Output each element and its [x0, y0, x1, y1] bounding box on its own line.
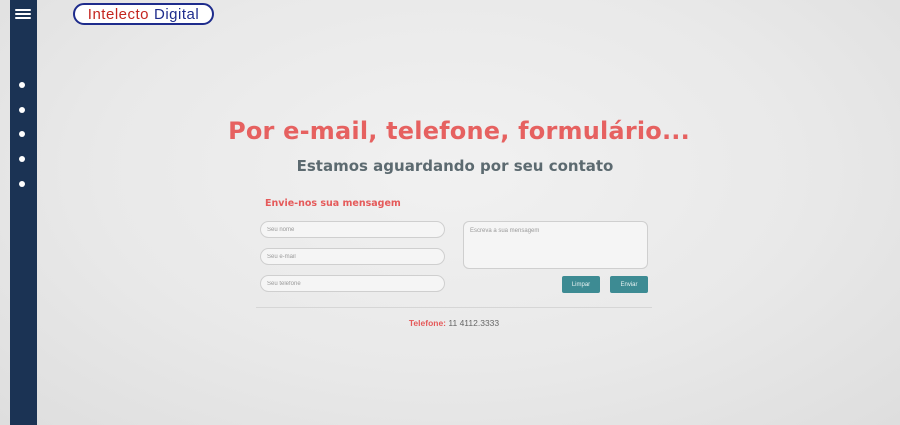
- send-button[interactable]: Enviar: [610, 276, 648, 293]
- hamburger-icon[interactable]: [15, 9, 31, 20]
- message-textarea[interactable]: [463, 221, 648, 269]
- phone-value: 11 4112.3333: [448, 318, 500, 328]
- name-input[interactable]: [260, 221, 445, 238]
- email-input[interactable]: [260, 248, 445, 265]
- logo[interactable]: Intelecto Digital: [73, 3, 214, 25]
- page-title: Por e-mail, telefone, formulário...: [228, 117, 690, 145]
- divider: [256, 307, 652, 308]
- clear-button[interactable]: Limpar: [562, 276, 600, 293]
- nav-dot-5[interactable]: [19, 181, 25, 187]
- nav-dot-1[interactable]: [19, 82, 25, 88]
- logo-word-2: Digital: [154, 5, 200, 23]
- form-title: Envie-nos sua mensagem: [265, 198, 401, 209]
- page-subtitle: Estamos aguardando por seu contato: [296, 157, 614, 175]
- phone-info: Telefone: 11 4112.3333: [0, 318, 900, 328]
- logo-word-1: Intelecto: [87, 5, 150, 23]
- phone-label: Telefone:: [408, 318, 447, 328]
- phone-input[interactable]: [260, 275, 445, 292]
- nav-dot-2[interactable]: [19, 107, 25, 113]
- sidebar: [10, 0, 37, 425]
